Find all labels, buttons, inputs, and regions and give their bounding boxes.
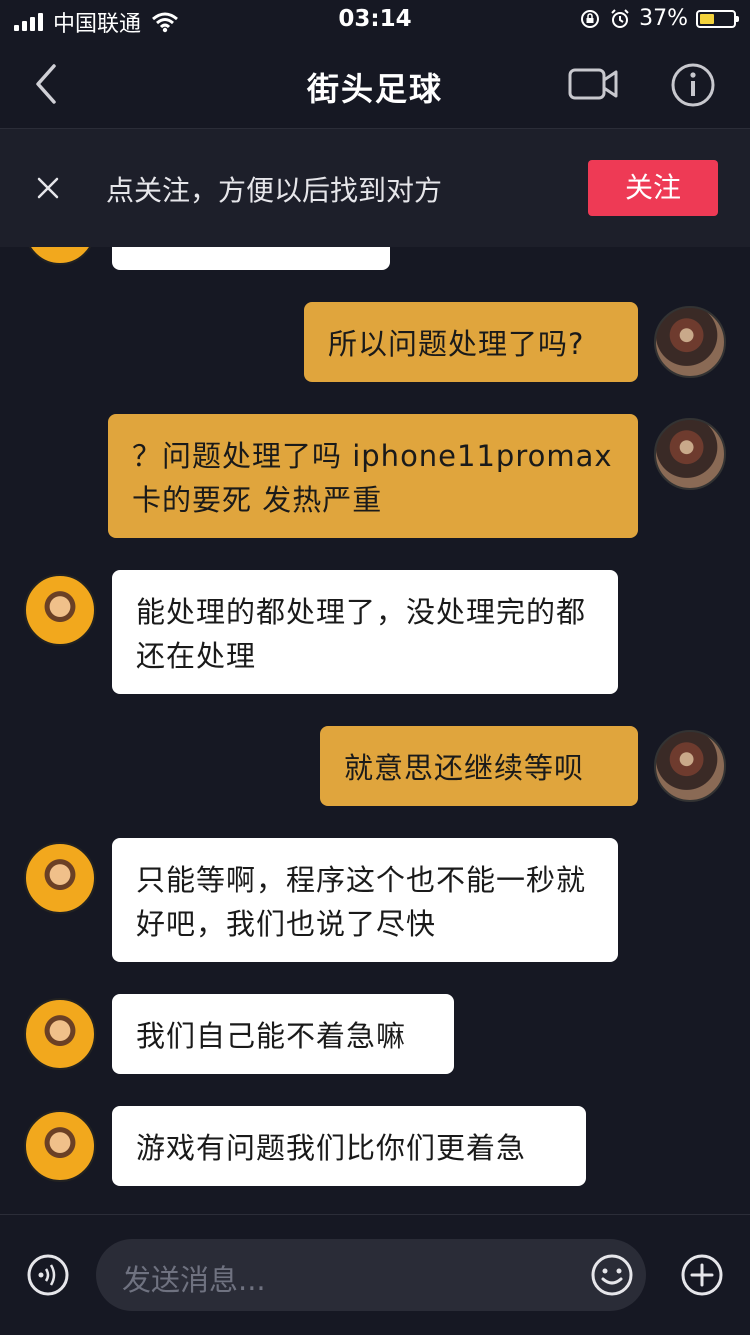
avatar[interactable] bbox=[654, 418, 726, 490]
follow-button[interactable]: 关注 bbox=[588, 160, 718, 216]
avatar[interactable] bbox=[24, 998, 96, 1070]
info-icon[interactable] bbox=[670, 62, 716, 108]
message-bubble: 我们自己能不着急嘛 bbox=[112, 994, 454, 1074]
message-bubble bbox=[112, 247, 390, 270]
video-camera-icon[interactable] bbox=[568, 66, 618, 102]
chat-title: 街头足球 bbox=[306, 70, 443, 108]
close-icon[interactable] bbox=[36, 176, 60, 200]
message-bubble: 就意思还继续等呗 bbox=[320, 726, 638, 806]
message-placeholder: 发送消息... bbox=[122, 1263, 266, 1297]
message-input[interactable]: 发送消息... bbox=[96, 1239, 646, 1311]
avatar[interactable] bbox=[24, 574, 96, 646]
voice-icon[interactable] bbox=[26, 1253, 70, 1297]
battery-icon bbox=[696, 9, 739, 28]
avatar[interactable] bbox=[654, 730, 726, 802]
message-list[interactable]: 所以问题处理了吗? ？问题处理了吗 iphone11promax 卡的要死 发热… bbox=[0, 247, 750, 1214]
message-bubble: ？问题处理了吗 iphone11promax 卡的要死 发热严重 bbox=[108, 414, 638, 538]
message-bubble: 能处理的都处理了，没处理完的都还在处理 bbox=[112, 570, 618, 694]
avatar[interactable] bbox=[24, 842, 96, 914]
chat-header: 街头足球 bbox=[0, 42, 750, 129]
add-icon[interactable] bbox=[680, 1253, 724, 1297]
status-bar: 中国联通 03:14 37% bbox=[0, 0, 750, 42]
battery-percent: 37% bbox=[639, 6, 688, 31]
avatar[interactable] bbox=[654, 306, 726, 378]
message-bubble: 只能等啊，程序这个也不能一秒就好吧，我们也说了尽快 bbox=[112, 838, 618, 962]
rotation-lock-icon bbox=[581, 9, 600, 28]
message-bubble: 所以问题处理了吗? bbox=[304, 302, 638, 382]
avatar[interactable] bbox=[24, 1110, 96, 1182]
alarm-icon bbox=[611, 8, 629, 28]
status-right: 37% bbox=[579, 6, 739, 31]
follow-prompt: 点关注，方便以后找到对方 bbox=[106, 174, 443, 207]
emoji-icon[interactable] bbox=[590, 1253, 634, 1297]
follow-banner: 点关注，方便以后找到对方 关注 bbox=[0, 129, 750, 247]
message-bubble: 游戏有问题我们比你们更着急 bbox=[112, 1106, 586, 1186]
composer-bar: 发送消息... bbox=[0, 1214, 750, 1335]
avatar[interactable] bbox=[24, 247, 96, 265]
